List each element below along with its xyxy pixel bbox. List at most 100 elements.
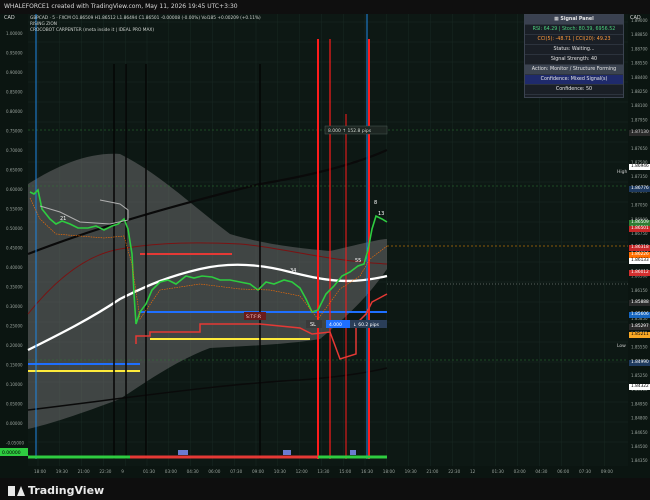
time-axis-tick-label: 07:30 (579, 469, 591, 474)
tradingview-logo[interactable]: TradingView (8, 484, 104, 497)
price-tag: 1.86946 (629, 164, 650, 170)
time-axis-tick-label: 18:00 (383, 469, 395, 474)
tradingview-logo-icon (8, 485, 25, 496)
bottom-marker-2 (283, 450, 291, 455)
left-axis-tick-label: 0.10000 (6, 382, 23, 387)
left-axis-tick-label: 0.95000 (6, 51, 23, 56)
time-axis-tick-label: 13:30 (317, 469, 329, 474)
left-axis-tick-label: 0.90000 (6, 70, 23, 75)
right-axis-tick-label: 1.88100 (631, 103, 648, 108)
right-axis-tick-label: 1.88700 (631, 46, 648, 51)
time-axis-tick-label: 12 (470, 469, 476, 474)
indicator-crocobot[interactable]: CROCOBOT CARPENTER (meta inside it | IDE… (30, 28, 154, 33)
right-axis-tick-label: 1.88250 (631, 89, 648, 94)
left-axis-tick-label: 0.35000 (6, 285, 23, 290)
setup-label: S:T:F:R (246, 314, 261, 320)
signal-panel-strength: Signal Strength: 40 (525, 55, 623, 65)
time-axis-tick-label: 18:00 (34, 469, 46, 474)
right-axis-tick-label: 1.84950 (631, 401, 648, 406)
price-tag: 1.84990 (629, 360, 650, 366)
right-axis-tick-label: 1.86150 (631, 288, 648, 293)
time-axis-tick-label: 9 (121, 469, 124, 474)
right-axis-tick-label: 1.87650 (631, 146, 648, 151)
wave-label-21: 21 (60, 216, 66, 222)
signal-panel-confidence: Confidence: Mixed Signal(s) (525, 75, 623, 85)
signal-panel-rsi: RSI: 64.29 | Stoch: 80.39, 6956.52 (525, 25, 623, 35)
window-title: WHALEFORCE1 created with TradingView.com… (0, 0, 650, 14)
last-value-label: 0.00000 (2, 450, 21, 456)
left-axis-tick-label: 0.00000 (6, 421, 23, 426)
low-label: Low (617, 344, 626, 349)
right-axis-tick-label: 1.84350 (631, 458, 648, 463)
time-axis-tick-label: 06:00 (208, 469, 220, 474)
time-axis-tick-label: 07:30 (230, 469, 242, 474)
left-axis-tick-label: 0.50000 (6, 226, 23, 231)
left-axis-tick-label: 0.45000 (6, 246, 23, 251)
time-axis-tick-label: 04:30 (535, 469, 547, 474)
price-tag: 1.86501 (629, 226, 650, 232)
price-tag: 1.85297 (629, 324, 650, 330)
left-axis-tick-label: 0.15000 (6, 363, 23, 368)
right-axis-tick-label: 1.87050 (631, 203, 648, 208)
price-tag: 1.84322 (629, 384, 650, 390)
time-axis-tick-label: 01:30 (492, 469, 504, 474)
currency-label-right: CAD (630, 15, 641, 21)
left-axis-tick-label: 0.30000 (6, 304, 23, 309)
chart-window: WHALEFORCE1 created with TradingView.com… (0, 0, 650, 500)
left-axis-tick-label: 0.65000 (6, 168, 23, 173)
stop-box-left-label: 4.000 (329, 322, 342, 328)
left-axis-tick-label: 0.80000 (6, 109, 23, 114)
time-axis-tick-label: 22:30 (448, 469, 460, 474)
left-axis-tick-label: 0.25000 (6, 324, 23, 329)
bottom-marker-3 (350, 450, 356, 455)
ohlc-legend[interactable]: GBPCAD · 5 · FXCM O1.86509 H1.86512 L1.8… (30, 16, 261, 21)
signal-panel-confidence-value: Confidence: 50 (525, 85, 623, 95)
price-tag: 1.85606 (629, 312, 650, 318)
signal-panel: ▦ Signal Panel RSI: 64.29 | Stoch: 80.39… (524, 14, 624, 98)
price-tag: 1.85888 (629, 300, 650, 306)
signal-panel-action: Action: Monitor / Structure Forming (525, 65, 623, 75)
high-label: High (617, 170, 628, 175)
time-axis-tick-label: 03:00 (165, 469, 177, 474)
price-tag: 1.86318 (629, 245, 650, 251)
time-axis-tick-label: 21:00 (426, 469, 438, 474)
right-axis-tick-label: 1.88550 (631, 61, 648, 66)
right-axis-tick-label: 1.84500 (631, 444, 648, 449)
signal-panel-status: Status: Waiting... (525, 45, 623, 55)
right-axis-tick-label: 1.84650 (631, 430, 648, 435)
time-axis-tick-label: 19:30 (405, 469, 417, 474)
left-axis-tick-label: 0.40000 (6, 265, 23, 270)
time-axis-tick-label: 09:00 (601, 469, 613, 474)
right-axis-tick-label: 1.87950 (631, 117, 648, 122)
sl-label: SL (310, 322, 316, 328)
price-tag: 1.86776 (629, 186, 650, 192)
left-axis-tick-label: 0.20000 (6, 343, 23, 348)
right-axis-tick-label: 1.87350 (631, 174, 648, 179)
wave-label-55: 55 (355, 258, 361, 264)
time-axis-tick-label: 06:00 (557, 469, 569, 474)
indicator-rising-zion[interactable]: RISING ZION (30, 22, 57, 27)
right-axis-tick-label: 1.88850 (631, 32, 648, 37)
right-axis-tick-label: 1.85250 (631, 373, 648, 378)
left-axis-tick-label: 0.60000 (6, 187, 23, 192)
wave-label-34: 34 (290, 268, 296, 274)
price-tag: 1.86133 (629, 258, 650, 264)
time-axis-tick-label: 09:00 (252, 469, 264, 474)
right-axis-tick-label: 1.88400 (631, 75, 648, 80)
tradingview-brand-text: TradingView (28, 484, 105, 497)
price-tag: 1.85211 (629, 332, 650, 338)
time-axis-tick-label: 22:30 (99, 469, 111, 474)
right-axis-tick-label: 1.84800 (631, 416, 648, 421)
time-axis-tick-label: 12:00 (296, 469, 308, 474)
left-axis-tick-label: 0.70000 (6, 148, 23, 153)
time-axis-tick-label: 15:00 (339, 469, 351, 474)
time-axis-tick-label: 04:30 (187, 469, 199, 474)
left-axis-tick-label: 0.55000 (6, 207, 23, 212)
left-axis-tick-label: 0.75000 (6, 129, 23, 134)
left-axis-tick-label: 1.00000 (6, 31, 23, 36)
time-axis-tick-label: 01:30 (143, 469, 155, 474)
signal-panel-title: Signal Panel (560, 17, 594, 22)
left-axis-tick-label: 0.05000 (6, 402, 23, 407)
left-axis-tick-label: 0.85000 (6, 90, 23, 95)
wave-label-13: 13 (378, 211, 384, 217)
